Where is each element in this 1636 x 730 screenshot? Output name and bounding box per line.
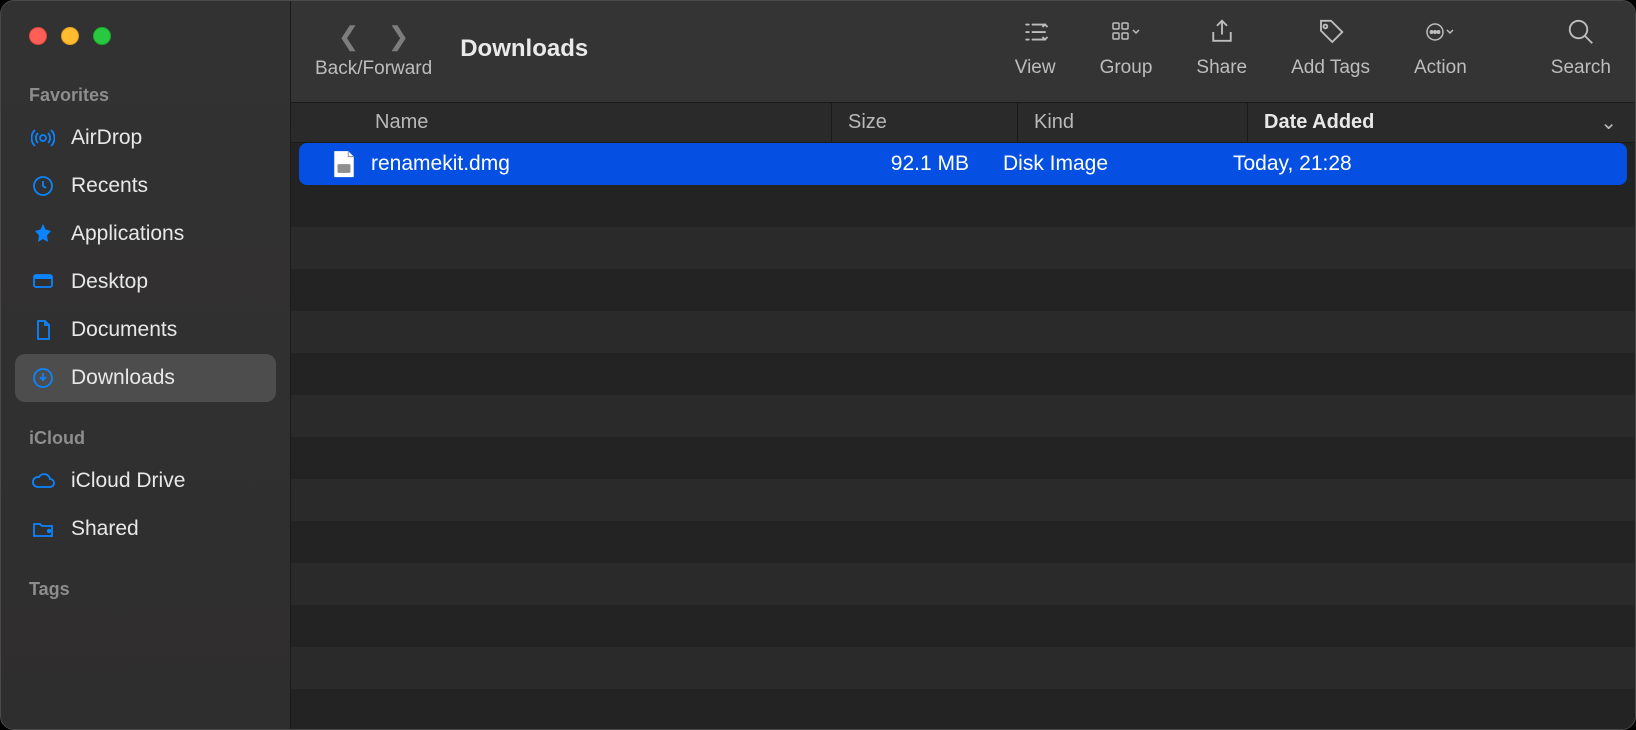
file-name: renamekit.dmg xyxy=(371,152,510,176)
column-name[interactable]: Name xyxy=(361,103,831,142)
action-button[interactable]: Action xyxy=(1414,15,1467,79)
file-date: Today, 21:28 xyxy=(1217,152,1627,176)
nav-back-forward: ❮ ❯ Back/Forward xyxy=(315,15,432,80)
column-header: Name Size Kind Date Added ⌄ xyxy=(291,103,1635,143)
group-button[interactable]: Group xyxy=(1100,15,1153,79)
empty-row xyxy=(291,227,1635,269)
sidebar-item-label: Recents xyxy=(71,174,148,198)
sidebar-item-label: iCloud Drive xyxy=(71,469,185,493)
sidebar-item-label: Documents xyxy=(71,318,177,342)
toolbar: ❮ ❯ Back/Forward Downloads View xyxy=(291,1,1635,103)
airdrop-icon xyxy=(29,124,57,152)
toolbar-tools: View Group Share xyxy=(1015,15,1611,79)
empty-row xyxy=(291,437,1635,479)
tool-label: View xyxy=(1015,57,1056,79)
sidebar-item-label: Downloads xyxy=(71,366,175,390)
empty-row xyxy=(291,521,1635,563)
applications-icon xyxy=(29,220,57,248)
clock-icon xyxy=(29,172,57,200)
sidebar-heading-icloud: iCloud xyxy=(15,420,276,457)
grid-icon xyxy=(1106,15,1146,49)
nav-label: Back/Forward xyxy=(315,58,432,80)
file-size: 92.1 MB xyxy=(801,152,987,176)
share-icon xyxy=(1202,15,1242,49)
view-button[interactable]: View xyxy=(1015,15,1056,79)
forward-button[interactable]: ❯ xyxy=(388,21,410,52)
sidebar-item-airdrop[interactable]: AirDrop xyxy=(15,114,276,162)
sidebar-item-downloads[interactable]: Downloads xyxy=(15,354,276,402)
tool-label: Search xyxy=(1551,57,1611,79)
tags-button[interactable]: Add Tags xyxy=(1291,15,1370,79)
window-title: Downloads xyxy=(460,35,588,63)
traffic-lights xyxy=(15,23,276,77)
empty-row xyxy=(291,563,1635,605)
list-view-icon xyxy=(1015,15,1055,49)
empty-row xyxy=(291,353,1635,395)
empty-row xyxy=(291,311,1635,353)
empty-row xyxy=(291,605,1635,647)
sidebar-item-recents[interactable]: Recents xyxy=(15,162,276,210)
share-button[interactable]: Share xyxy=(1196,15,1247,79)
tool-label: Add Tags xyxy=(1291,57,1370,79)
sidebar-item-documents[interactable]: Documents xyxy=(15,306,276,354)
minimize-button[interactable] xyxy=(61,27,79,45)
sidebar-heading-tags: Tags xyxy=(15,571,276,608)
empty-row xyxy=(291,395,1635,437)
column-date-added[interactable]: Date Added ⌄ xyxy=(1247,103,1635,142)
sidebar-item-label: Applications xyxy=(71,222,184,246)
document-icon xyxy=(29,316,57,344)
close-button[interactable] xyxy=(29,27,47,45)
finder-window: Favorites AirDrop Recents Applications D… xyxy=(0,0,1636,730)
column-size[interactable]: Size xyxy=(831,103,1017,142)
file-row[interactable]: renamekit.dmg 92.1 MB Disk Image Today, … xyxy=(299,143,1627,185)
column-kind[interactable]: Kind xyxy=(1017,103,1247,142)
main-pane: ❮ ❯ Back/Forward Downloads View xyxy=(291,1,1635,729)
tag-icon xyxy=(1311,15,1351,49)
tool-label: Action xyxy=(1414,57,1467,79)
sidebar-heading-favorites: Favorites xyxy=(15,77,276,114)
downloads-icon xyxy=(29,364,57,392)
search-button[interactable]: Search xyxy=(1551,15,1611,79)
empty-row xyxy=(291,269,1635,311)
empty-row xyxy=(291,647,1635,689)
sidebar-item-desktop[interactable]: Desktop xyxy=(15,258,276,306)
desktop-icon xyxy=(29,268,57,296)
sidebar-item-applications[interactable]: Applications xyxy=(15,210,276,258)
file-kind: Disk Image xyxy=(987,152,1217,176)
back-button[interactable]: ❮ xyxy=(338,21,360,52)
chevron-down-icon: ⌄ xyxy=(1600,110,1617,135)
sidebar: Favorites AirDrop Recents Applications D… xyxy=(1,1,291,729)
dmg-file-icon xyxy=(331,149,357,179)
file-list: renamekit.dmg 92.1 MB Disk Image Today, … xyxy=(291,143,1635,729)
sidebar-item-label: Desktop xyxy=(71,270,148,294)
empty-row xyxy=(291,479,1635,521)
tool-label: Share xyxy=(1196,57,1247,79)
shared-folder-icon xyxy=(29,515,57,543)
sidebar-item-label: AirDrop xyxy=(71,126,142,150)
sidebar-item-shared[interactable]: Shared xyxy=(15,505,276,553)
zoom-button[interactable] xyxy=(93,27,111,45)
cloud-icon xyxy=(29,467,57,495)
column-date-label: Date Added xyxy=(1264,111,1374,134)
search-icon xyxy=(1561,15,1601,49)
tool-label: Group xyxy=(1100,57,1153,79)
sidebar-item-icloud-drive[interactable]: iCloud Drive xyxy=(15,457,276,505)
sidebar-item-label: Shared xyxy=(71,517,139,541)
empty-row xyxy=(291,185,1635,227)
action-ellipsis-icon xyxy=(1420,15,1460,49)
